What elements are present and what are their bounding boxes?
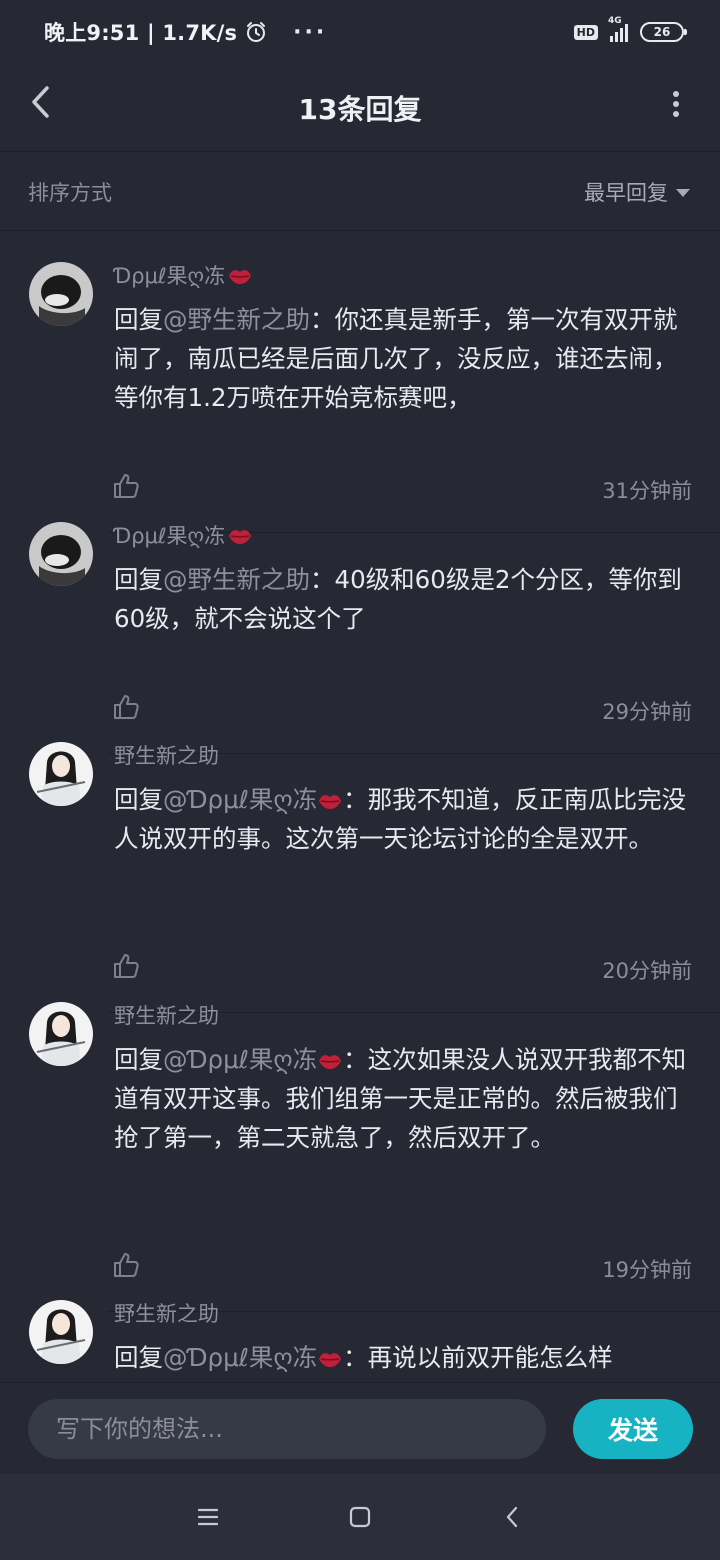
battery-icon: 26 <box>640 22 687 42</box>
page-title: 13条回复 <box>298 92 422 126</box>
network-type: 4G <box>608 16 622 26</box>
comment-body: ：再说以前双开能怎么样 <box>343 1343 613 1372</box>
mention-text: @野生新之助 <box>163 305 310 334</box>
comment-username[interactable]: 野生新之助 <box>114 1000 219 1030</box>
reply-prefix: 回复 <box>114 565 163 594</box>
comment-time: 19分钟前 <box>602 1258 692 1282</box>
mention-text: @Ɗρμℓ果ღ冻 <box>163 1343 318 1372</box>
status-bar: 晚上9:51 | 1.7K/s ··· HD 4G 26 <box>0 0 720 64</box>
username-text: 野生新之助 <box>114 1004 219 1028</box>
send-button[interactable]: 发送 <box>573 1399 693 1459</box>
back-arrow-icon[interactable] <box>26 82 56 122</box>
comment-time: 20分钟前 <box>602 959 692 983</box>
username-text: 野生新之助 <box>114 1302 219 1326</box>
comment-username[interactable]: Ɗρμℓ果ღ冻 <box>114 260 253 290</box>
kiss-lips-icon <box>227 523 253 547</box>
username-text: Ɗρμℓ果ღ冻 <box>114 524 226 548</box>
status-time-speed: 晚上9:51 | 1.7K/s <box>44 21 238 45</box>
kiss-lips-icon <box>227 263 253 287</box>
comment-text: 回复@Ɗρμℓ果ღ冻 ：那我不知道，反正南瓜比完没人说双开的事。这次第一天论坛讨论… <box>114 780 696 858</box>
kiss-lips-icon <box>317 1045 343 1074</box>
more-notifications-icon: ··· <box>293 19 328 45</box>
comment-text: 回复@野生新之助：你还真是新手，第一次有双开就闹了，南瓜已经是后面几次了，没反应… <box>114 300 696 417</box>
reply-prefix: 回复 <box>114 1045 163 1074</box>
sort-dropdown[interactable]: 最早回复 <box>584 177 690 207</box>
system-nav-bar <box>0 1474 720 1560</box>
mention-link[interactable]: @野生新之助 <box>163 565 310 594</box>
mention-text: @野生新之助 <box>163 565 310 594</box>
comment-username[interactable]: Ɗρμℓ果ღ冻 <box>114 520 253 550</box>
battery-level: 26 <box>653 25 671 39</box>
signal-icon: 4G <box>608 16 628 42</box>
username-text: 野生新之助 <box>114 744 219 768</box>
avatar[interactable] <box>29 742 93 806</box>
thumbs-up-icon[interactable] <box>112 472 140 500</box>
avatar[interactable] <box>29 1300 93 1364</box>
avatar[interactable] <box>29 522 93 586</box>
comment-time: 29分钟前 <box>602 700 692 724</box>
mention-text: @Ɗρμℓ果ღ冻 <box>163 785 318 814</box>
more-vertical-icon[interactable] <box>666 86 686 122</box>
mention-link[interactable]: @野生新之助 <box>163 305 310 334</box>
reply-prefix: 回复 <box>114 1343 163 1372</box>
comment-text: 回复@Ɗρμℓ果ღ冻 ：再说以前双开能怎么样 <box>114 1338 696 1377</box>
mention-text: @Ɗρμℓ果ღ冻 <box>163 1045 318 1074</box>
thumbs-up-icon[interactable] <box>112 693 140 721</box>
reply-prefix: 回复 <box>114 785 163 814</box>
header: 13条回复 <box>0 64 720 152</box>
alarm-clock-icon <box>245 21 267 43</box>
thumbs-up-icon[interactable] <box>112 952 140 980</box>
reply-input-bar: 发送 <box>0 1382 720 1474</box>
caret-down-icon <box>676 188 690 197</box>
sort-value: 最早回复 <box>584 180 668 205</box>
comment-text: 回复@Ɗρμℓ果ღ冻 ：这次如果没人说双开我都不知道有双开这事。我们组第一天是正常… <box>114 1040 696 1157</box>
mention-link[interactable]: @Ɗρμℓ果ღ冻 <box>163 1343 343 1372</box>
mention-link[interactable]: @Ɗρμℓ果ღ冻 <box>163 1045 343 1074</box>
comment-text: 回复@野生新之助：40级和60级是2个分区，等你到60级，就不会说这个了 <box>114 560 696 638</box>
reply-input[interactable] <box>28 1399 546 1459</box>
mention-link[interactable]: @Ɗρμℓ果ღ冻 <box>163 785 343 814</box>
username-text: Ɗρμℓ果ღ冻 <box>114 264 226 288</box>
menu-icon[interactable] <box>188 1497 228 1537</box>
comment-username[interactable]: 野生新之助 <box>114 740 219 770</box>
comment-time: 31分钟前 <box>602 479 692 503</box>
hd-badge: HD <box>573 24 598 40</box>
reply-prefix: 回复 <box>114 305 163 334</box>
status-indicators: HD 4G 26 <box>573 16 687 42</box>
kiss-lips-icon <box>317 785 343 814</box>
thumbs-up-icon[interactable] <box>112 1251 140 1279</box>
sort-label: 排序方式 <box>28 180 112 205</box>
avatar[interactable] <box>29 1002 93 1066</box>
kiss-lips-icon <box>317 1343 343 1372</box>
sort-row: 排序方式 最早回复 <box>0 153 720 231</box>
avatar[interactable] <box>29 262 93 326</box>
comment-username[interactable]: 野生新之助 <box>114 1298 219 1328</box>
sys-back-icon[interactable] <box>492 1497 532 1537</box>
home-square-icon[interactable] <box>340 1497 380 1537</box>
